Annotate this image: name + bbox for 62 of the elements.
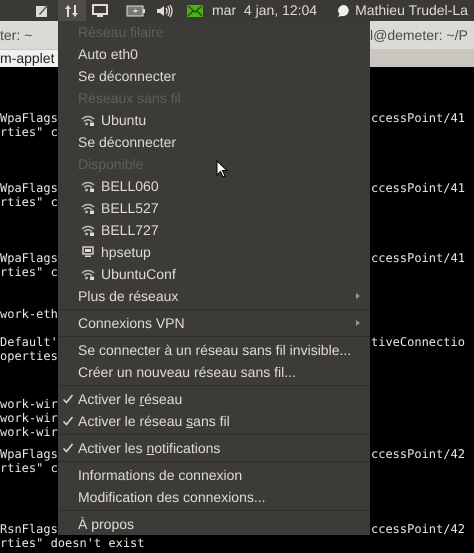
terminal-line: rties" c <box>0 195 58 209</box>
terminal-line: work-wir <box>0 425 58 439</box>
submenu-item[interactable]: Connexions VPN <box>58 312 370 334</box>
terminal-line: WpaFlags <box>0 447 58 461</box>
mail-icon[interactable] <box>187 4 203 16</box>
terminal-line: tiveConnectio <box>371 335 465 349</box>
computer-icon <box>81 246 95 258</box>
wifi-icon <box>81 224 95 236</box>
menu-item[interactable]: Modification des connexions... <box>58 486 370 508</box>
menu-item[interactable]: Se connecter à un réseau sans fil invisible... <box>58 339 370 361</box>
terminal-line: Default' <box>0 335 58 349</box>
terminal-line: work-eth <box>0 307 58 321</box>
network-indicator[interactable] <box>58 0 86 21</box>
terminal-line: work-wir <box>0 411 58 425</box>
clock[interactable]: mar 4 jan, 12:04 <box>212 0 318 21</box>
wifi-icon <box>81 202 95 214</box>
terminal-line: RsnFlags <box>0 522 58 536</box>
check-menu-item[interactable]: Activer le réseau <box>58 388 370 410</box>
terminal-line: ccessPoint/41 <box>371 251 465 265</box>
submenu-arrow-icon <box>356 320 360 326</box>
wifi-icon <box>81 268 95 280</box>
terminal-line: WpaFlags <box>0 111 58 125</box>
terminal-line: WpaFlags <box>0 251 58 265</box>
monitor-icon[interactable] <box>92 4 108 18</box>
terminal-line: rties" c <box>0 265 58 279</box>
note-icon[interactable] <box>35 4 49 18</box>
terminal-line: operties <box>0 349 58 363</box>
submenu-item[interactable]: Plus de réseaux <box>58 285 370 307</box>
user-name[interactable]: Mathieu Trudel-La <box>355 0 468 21</box>
terminal-line: rties" c <box>0 461 58 475</box>
terminal-line: rties" c <box>0 125 58 139</box>
window-title: ter: ~ <box>0 26 32 44</box>
chat-bubble-icon[interactable] <box>337 4 352 18</box>
terminal-line: work-wir <box>0 397 58 411</box>
speaker-icon[interactable] <box>156 4 174 18</box>
terminal-line: ccessPoint/42 <box>371 522 465 536</box>
menu-item[interactable]: Informations de connexion <box>58 464 370 486</box>
network-item[interactable]: BELL527 <box>58 197 370 219</box>
check-menu-item[interactable]: Activer le réseau sans fil <box>58 410 370 432</box>
terminal-line: WpaFlags <box>0 181 58 195</box>
terminal-line: ccessPoint/41 <box>371 181 465 195</box>
wifi-icon <box>81 114 95 126</box>
network-item[interactable]: hpsetup <box>58 241 370 263</box>
mouse-pointer-icon <box>216 160 228 178</box>
menu-item[interactable]: Auto eth0 <box>58 43 370 65</box>
network-item[interactable]: BELL727 <box>58 219 370 241</box>
battery-icon[interactable] <box>126 4 146 16</box>
terminal-line: ccessPoint/41 <box>371 111 465 125</box>
menu-item[interactable]: Créer un nouveau réseau sans fil... <box>58 361 370 383</box>
window-title: l@demeter: ~/P <box>370 26 468 44</box>
terminal-tab[interactable]: m-applet <box>0 50 58 67</box>
submenu-arrow-icon <box>356 293 360 299</box>
network-item[interactable]: UbuntuConf <box>58 263 370 285</box>
wifi-icon <box>81 180 95 192</box>
check-menu-item[interactable]: Activer les notifications <box>58 437 370 459</box>
menu-item[interactable]: Se déconnecter <box>58 131 370 153</box>
terminal-line: rties" doesn't exist <box>0 536 144 550</box>
network-item[interactable]: Ubuntu <box>58 109 370 131</box>
menu-item[interactable]: À propos <box>58 513 370 535</box>
menu-item[interactable]: Se déconnecter <box>58 65 370 87</box>
terminal-line: ccessPoint/42 <box>371 447 465 461</box>
network-item[interactable]: BELL060 <box>58 175 370 197</box>
